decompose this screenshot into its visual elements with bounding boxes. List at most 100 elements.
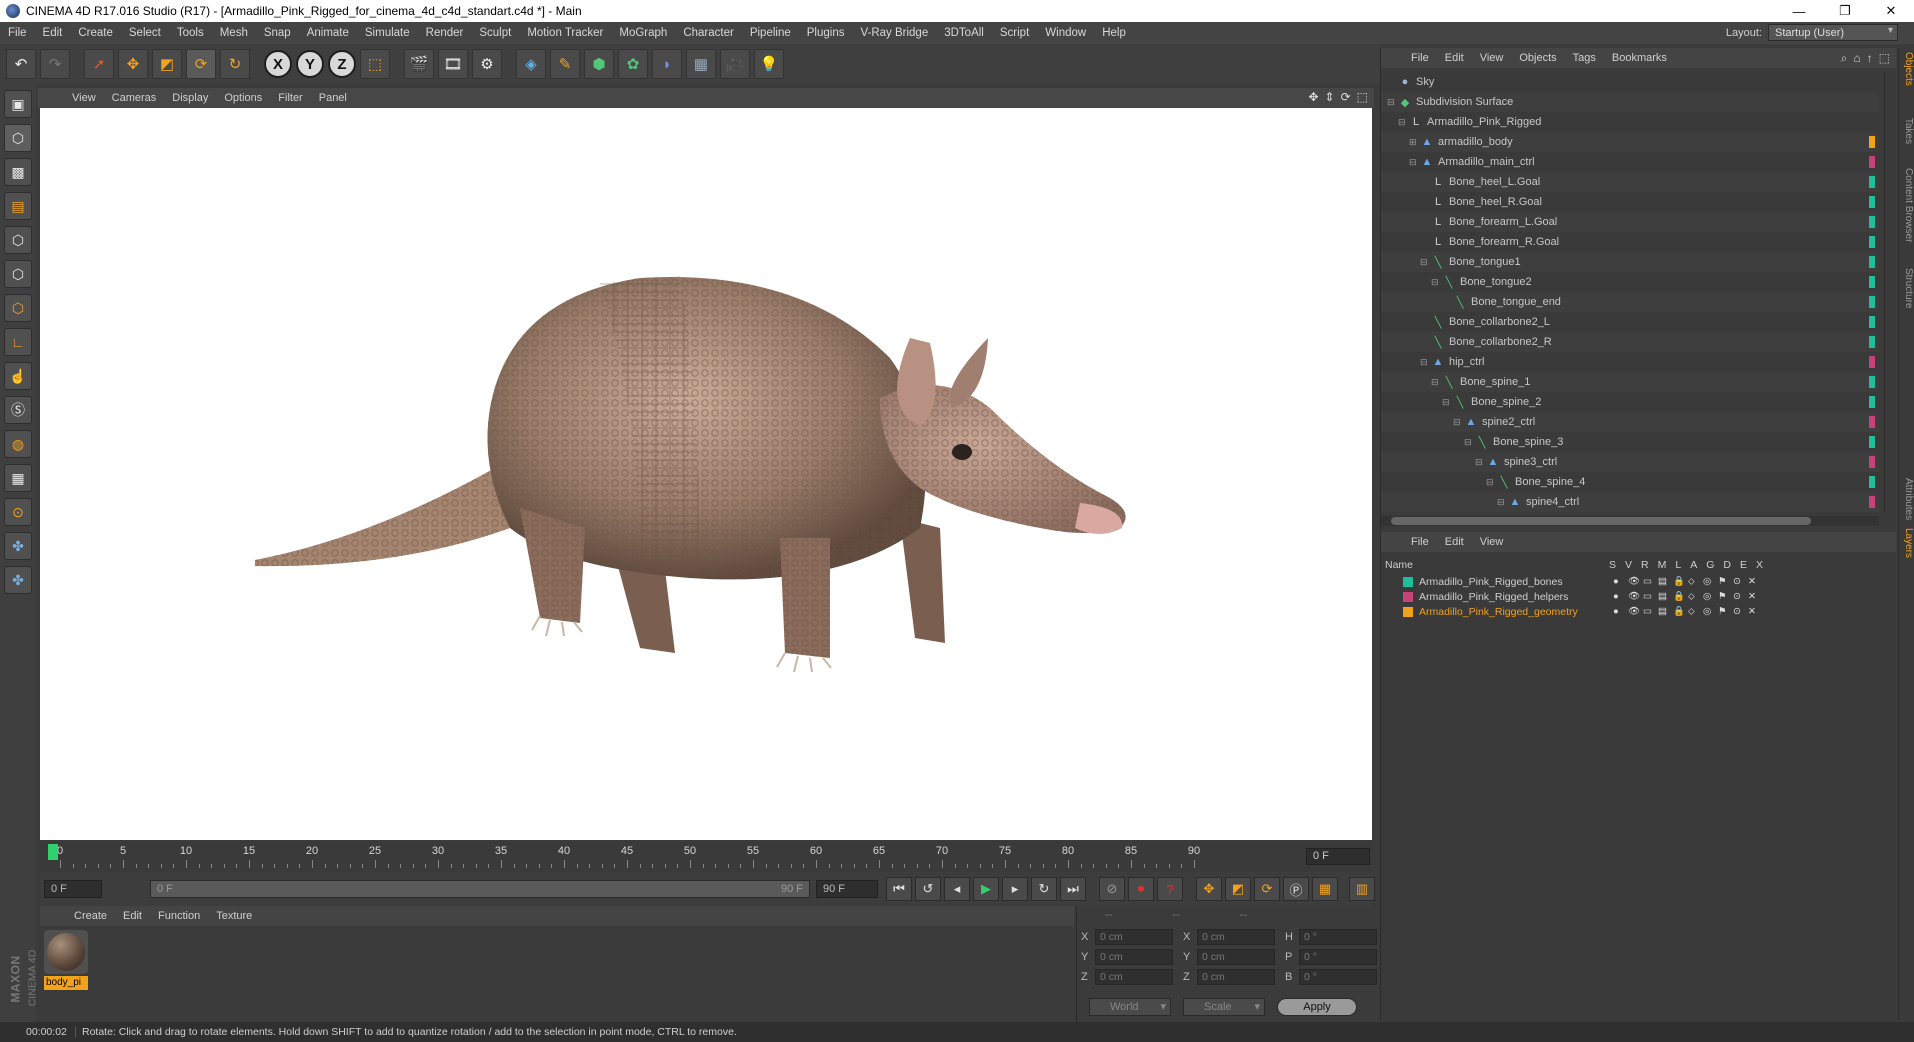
layer-flag-header[interactable]: G [1706,559,1714,571]
rotation-b-field[interactable]: 0 ° [1299,969,1377,985]
layer-flag-toggle-icon[interactable]: ◎ [1703,576,1712,587]
layer-flag-toggle-icon[interactable]: ▭ [1643,591,1652,602]
object-name[interactable]: Subdivision Surface [1416,96,1513,108]
object-name[interactable]: Sky [1416,76,1434,88]
edges-mode-icon[interactable]: ⬡ [4,260,32,288]
timeline[interactable]: 0 5 10 15 20 25 30 35 40 45 50 55 60 65 70 75 80 85 90 0 F [40,842,1372,872]
menu-item[interactable]: Select [121,27,169,39]
layer-flag-toggle-icon[interactable]: ⚑ [1718,606,1727,617]
object-row[interactable]: L Bone_heel_L.Goal [1381,172,1879,192]
tweak-icon[interactable]: ☝ [4,362,32,390]
layer-flag-toggle-icon[interactable]: 👁 [1628,606,1640,617]
layer-row[interactable]: Armadillo_Pink_Rigged_helpers ● 👁 ▭ ▤ 🔒 ⬦ ◎ ⚑ ⊙ ✕ [1381,589,1897,604]
render-settings-icon[interactable]: ⚙ [472,49,502,79]
object-name[interactable]: Bone_collarbone2_R [1449,336,1552,348]
layer-flag-toggle-icon[interactable]: ● [1613,606,1622,617]
key-param-icon[interactable]: Ⓟ [1283,877,1309,901]
viewport-menu-panel[interactable]: Panel [311,92,355,104]
home-icon[interactable]: ⌂ [1853,51,1860,66]
side-tab[interactable]: Layers [1900,528,1914,558]
layer-flag-header[interactable]: R [1641,559,1649,571]
expand-toggle-icon[interactable]: ⊟ [1387,97,1397,108]
polygons-mode-icon[interactable]: ⬡ [4,294,32,322]
layer-flag-toggle-icon[interactable]: ◎ [1703,606,1712,617]
object-tree-hscrollbar[interactable] [1381,516,1879,526]
layer-flag-toggle-icon[interactable]: ⊙ [1733,576,1742,587]
light-icon[interactable]: 💡 [754,49,784,79]
layer-flag-header[interactable]: D [1723,559,1731,571]
object-row[interactable]: ⊟ ╲ Bone_spine_4 [1381,472,1879,492]
side-tab[interactable]: Structure [1900,268,1914,309]
object-row[interactable]: ⊟ ▲ hip_ctrl [1381,352,1879,372]
subdivision-icon[interactable]: ⬢ [584,49,614,79]
object-row[interactable]: ⊟ ╲ Bone_tongue2 [1381,272,1879,292]
object-name[interactable]: Bone_tongue2 [1460,276,1532,288]
object-row[interactable]: ⊟ ▲ spine2_ctrl [1381,412,1879,432]
layer-flag-header[interactable]: E [1740,559,1747,571]
layer-flag-toggle-icon[interactable]: ✕ [1748,606,1757,617]
layer-flag-toggle-icon[interactable]: ● [1613,576,1622,587]
menu-item[interactable]: Animate [299,27,357,39]
viewport-menu-filter[interactable]: Filter [270,92,310,104]
camera-icon[interactable]: 🎥 [720,49,750,79]
object-row[interactable]: L Bone_forearm_R.Goal [1381,232,1879,252]
viewport-menu-view[interactable]: View [64,92,104,104]
3d-viewport[interactable] [40,108,1372,840]
object-name[interactable]: spine3_ctrl [1504,456,1557,468]
object-row[interactable]: ⊟ ╲ Bone_spine_3 [1381,432,1879,452]
side-tab[interactable]: Takes [1900,118,1914,144]
menu-item[interactable]: Render [418,27,472,39]
object-name[interactable]: Armadillo_Pink_Rigged [1427,116,1541,128]
expand-toggle-icon[interactable]: ⊟ [1431,277,1441,288]
layer-color-swatch[interactable] [1403,591,1413,602]
object-name[interactable]: Bone_collarbone2_L [1449,316,1550,328]
layer-row[interactable]: Armadillo_Pink_Rigged_geometry ● 👁 ▭ ▤ 🔒 ⬦ ◎ ⚑ ⊙ ✕ [1381,604,1897,619]
object-row[interactable]: ⊟ ▲ spine4_ctrl [1381,492,1879,512]
material-menu-edit[interactable]: Edit [115,910,150,922]
search-icon[interactable]: ⌕ [1841,51,1848,66]
viewport-menu-cameras[interactable]: Cameras [104,92,165,104]
viewport-menu-options[interactable]: Options [216,92,270,104]
menu-item[interactable]: Mesh [212,27,256,39]
position-x-field[interactable]: 0 cm [1095,929,1173,945]
layer-flag-header[interactable]: V [1625,559,1632,571]
object-name[interactable]: Bone_spine_4 [1515,476,1585,488]
layer-row[interactable]: Armadillo_Pink_Rigged_bones ● 👁 ▭ ▤ 🔒 ⬦ ◎ ⚑ ⊙ ✕ [1381,574,1897,589]
rotate-alt-icon[interactable]: ↻ [220,49,250,79]
timeline-icon[interactable]: ▥ [1349,877,1375,901]
model-mode-icon[interactable]: ⬡ [4,124,32,152]
layer-name[interactable]: Armadillo_Pink_Rigged_helpers [1419,591,1613,603]
magnet-icon[interactable]: ◍ [4,430,32,458]
size-y-field[interactable]: 0 cm [1197,949,1275,965]
object-name[interactable]: hip_ctrl [1449,356,1484,368]
layer-menu-file[interactable]: File [1403,536,1437,548]
object-row[interactable]: ● Sky [1381,72,1879,92]
next-frame-icon[interactable]: ▸ [1002,877,1028,901]
layer-flag-toggle-icon[interactable]: ⊙ [1733,591,1742,602]
obj-menu-tags[interactable]: Tags [1565,52,1604,64]
layer-flag-header[interactable]: S [1609,559,1616,571]
material-menu-function[interactable]: Function [150,910,208,922]
material-menu-texture[interactable]: Texture [208,910,260,922]
rotation-h-field[interactable]: 0 ° [1299,929,1377,945]
key-scale-icon[interactable]: ◩ [1225,877,1251,901]
obj-menu-file[interactable]: File [1403,52,1437,64]
rotate-icon[interactable]: ⟳ [186,49,216,79]
object-name[interactable]: spine2_ctrl [1482,416,1535,428]
go-end-icon[interactable]: ⏭ [1060,877,1086,901]
object-row[interactable]: ⊟ ◆ Subdivision Surface [1381,92,1879,112]
object-row[interactable]: ⊟ ╲ Bone_tongue1 [1381,252,1879,272]
layout-dropdown[interactable]: Startup (User) [1768,24,1898,41]
move-view-icon[interactable]: ✥ [1308,90,1318,104]
help-key-icon[interactable]: ? [1157,877,1183,901]
layer-flag-toggle-icon[interactable]: 🔒 [1673,576,1685,587]
coordinate-space-dropdown[interactable]: World [1089,998,1171,1016]
prev-key-icon[interactable]: ↺ [915,877,941,901]
zoom-view-icon[interactable]: ⇕ [1325,90,1335,104]
object-row[interactable]: ⊟ ╲ Bone_spine_2 [1381,392,1879,412]
object-name[interactable]: Bone_spine_3 [1493,436,1563,448]
up-icon[interactable]: ↑ [1867,51,1873,66]
object-name[interactable]: armadillo_body [1438,136,1513,148]
timeline-ruler[interactable]: 0 5 10 15 20 25 30 35 40 45 50 55 60 65 70 75 80 85 90 [50,842,1300,872]
expand-toggle-icon[interactable]: ⊟ [1420,257,1430,268]
